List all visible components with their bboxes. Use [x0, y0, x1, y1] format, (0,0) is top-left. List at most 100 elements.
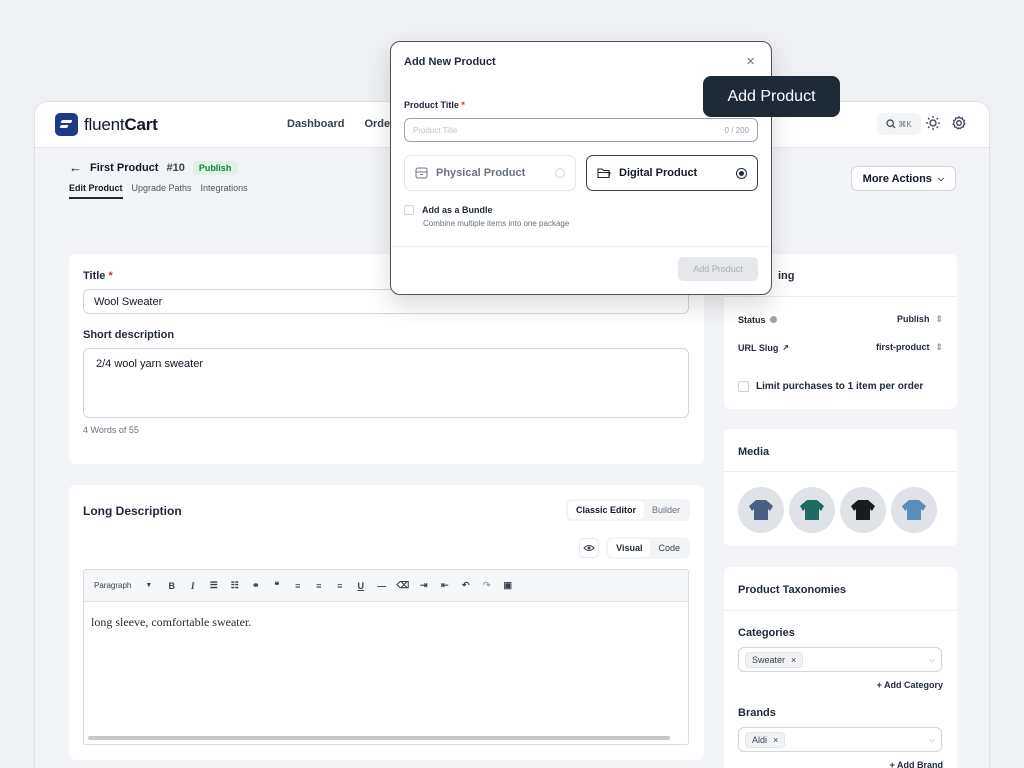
media-thumbnail[interactable] [789, 487, 835, 533]
brands-select[interactable]: Aldi × ⌵ [738, 727, 942, 752]
quote-icon[interactable]: ❝ [271, 580, 282, 591]
editor-scrollbar[interactable] [88, 736, 670, 740]
undo-icon[interactable]: ↶ [460, 580, 471, 591]
product-title-input[interactable]: Product Title 0 / 200 [404, 118, 758, 142]
physical-product-radio[interactable] [555, 168, 565, 178]
image-icon[interactable]: ▣ [502, 580, 513, 591]
editor-type-toggle: Classic Editor Builder [565, 499, 690, 521]
eye-icon [583, 545, 595, 551]
numbered-list-icon[interactable]: ☷ [229, 580, 240, 591]
align-right-icon[interactable]: ≡ [334, 580, 345, 591]
media-thumbnail[interactable] [840, 487, 886, 533]
media-thumbnails [738, 487, 948, 533]
slug-row: URL Slug ↗ first-product ⇕ [738, 342, 943, 353]
product-number: #10 [166, 161, 185, 174]
media-thumbnail[interactable] [738, 487, 784, 533]
digital-product-label: Digital Product [619, 167, 698, 179]
search-button[interactable]: ⌘K [877, 113, 921, 135]
redo-icon[interactable]: ↷ [481, 580, 492, 591]
long-description-card: Long Description Classic Editor Builder … [69, 485, 704, 760]
tab-code[interactable]: Code [650, 539, 688, 557]
more-actions-label: More Actions [862, 172, 932, 185]
search-icon [886, 119, 896, 129]
add-brand-link[interactable]: + Add Brand [890, 760, 943, 768]
status-select[interactable]: Publish ⇕ [897, 314, 943, 325]
chevron-down-icon: ⌵ [937, 173, 944, 183]
eraser-icon[interactable]: ⌫ [396, 580, 409, 591]
physical-product-option[interactable]: Physical Product [404, 155, 576, 191]
word-count: 4 Words of 55 [83, 425, 139, 435]
underline-icon[interactable]: U [355, 580, 366, 591]
close-icon[interactable]: × [773, 735, 778, 745]
bold-icon[interactable]: B [166, 580, 177, 591]
horizontal-rule-icon[interactable]: — [376, 580, 387, 591]
italic-icon[interactable]: I [187, 580, 198, 591]
character-counter: 0 / 200 [724, 125, 749, 135]
media-title: Media [738, 446, 770, 458]
short-description-textarea[interactable]: 2/4 wool yarn sweater [83, 348, 689, 418]
more-actions-button[interactable]: More Actions ⌵ [850, 166, 956, 191]
bundle-description: Combine multiple items into one package [423, 219, 570, 228]
status-card-title: ing [778, 270, 795, 282]
indent-icon[interactable]: ⇥ [418, 580, 429, 591]
categories-select[interactable]: Sweater × ⌵ [738, 647, 942, 672]
product-subtabs: Edit Product Upgrade Paths Integrations [69, 183, 248, 199]
sun-icon[interactable] [925, 115, 941, 131]
gear-icon[interactable] [951, 115, 967, 131]
modal-title: Add New Product [404, 56, 496, 68]
align-left-icon[interactable]: ≡ [292, 580, 303, 591]
brand-logo[interactable]: fluentCart [55, 113, 158, 136]
tab-visual[interactable]: Visual [608, 539, 651, 557]
align-center-icon[interactable]: ≡ [313, 580, 324, 591]
editor-toolbar: Paragraph ▼ B I ☰ ☷ ⚭ ❝ ≡ ≡ ≡ U — ⌫ ⇥ ⇤ ↶… [84, 570, 688, 602]
slug-select[interactable]: first-product ⇕ [876, 342, 943, 353]
tab-builder[interactable]: Builder [644, 501, 688, 519]
categories-label: Categories [738, 627, 795, 639]
digital-product-radio[interactable] [736, 167, 747, 179]
link-icon[interactable]: ⚭ [250, 580, 261, 591]
preview-eye-button[interactable] [579, 538, 599, 558]
digital-product-option[interactable]: Digital Product [586, 155, 758, 191]
bundle-row: Add as a Bundle Combine multiple items i… [404, 205, 569, 228]
sweater-black-image [851, 500, 875, 520]
taxonomies-title: Product Taxonomies [738, 584, 846, 596]
bullet-list-icon[interactable]: ☰ [208, 580, 219, 591]
tab-classic-editor[interactable]: Classic Editor [567, 501, 644, 519]
tab-upgrade-paths[interactable]: Upgrade Paths [132, 183, 192, 199]
back-arrow-icon[interactable]: ← [69, 160, 82, 175]
chevron-down-icon: ⌵ [928, 734, 935, 744]
outdent-icon[interactable]: ⇤ [439, 580, 450, 591]
add-category-link[interactable]: + Add Category [877, 680, 943, 690]
limit-purchase-row: Limit purchases to 1 item per order [738, 381, 923, 392]
status-badge: Publish [192, 160, 238, 175]
view-mode-toggle: Visual Code [606, 537, 690, 559]
external-link-icon[interactable]: ↗ [782, 343, 789, 352]
folder-icon [597, 168, 611, 179]
status-label: Status [738, 314, 766, 325]
sort-icon: ⇕ [935, 314, 943, 324]
paragraph-format-select[interactable]: Paragraph ▼ [94, 581, 152, 590]
box-icon [415, 167, 428, 179]
sweater-blue-image [902, 500, 926, 520]
title-label: Title * [83, 270, 113, 282]
limit-purchase-label: Limit purchases to 1 item per order [756, 381, 924, 392]
search-shortcut: ⌘K [898, 119, 912, 129]
tab-edit-product[interactable]: Edit Product [69, 183, 123, 199]
limit-purchase-checkbox[interactable] [738, 381, 749, 392]
close-icon[interactable]: × [791, 655, 796, 665]
media-thumbnail[interactable] [891, 487, 937, 533]
tab-integrations[interactable]: Integrations [201, 183, 248, 199]
short-description-label: Short description [83, 329, 175, 341]
product-header: ← First Product #10 Publish Edit Product… [69, 160, 248, 199]
taxonomies-card: Product Taxonomies Categories Sweater × ⌵… [724, 567, 957, 768]
bundle-checkbox[interactable] [404, 205, 414, 215]
breadcrumb: ← First Product #10 Publish [69, 160, 248, 175]
editor-content[interactable]: long sleeve, comfortable sweater. [84, 602, 688, 643]
add-product-submit-button[interactable]: Add Product [678, 257, 758, 281]
status-row: Status Publish ⇕ [738, 314, 943, 325]
nav-dashboard[interactable]: Dashboard [287, 118, 344, 130]
close-icon[interactable]: × [746, 53, 755, 70]
main-nav: Dashboard Orders [287, 118, 401, 130]
product-title: First Product [90, 161, 159, 174]
sort-icon: ⇕ [935, 342, 943, 352]
